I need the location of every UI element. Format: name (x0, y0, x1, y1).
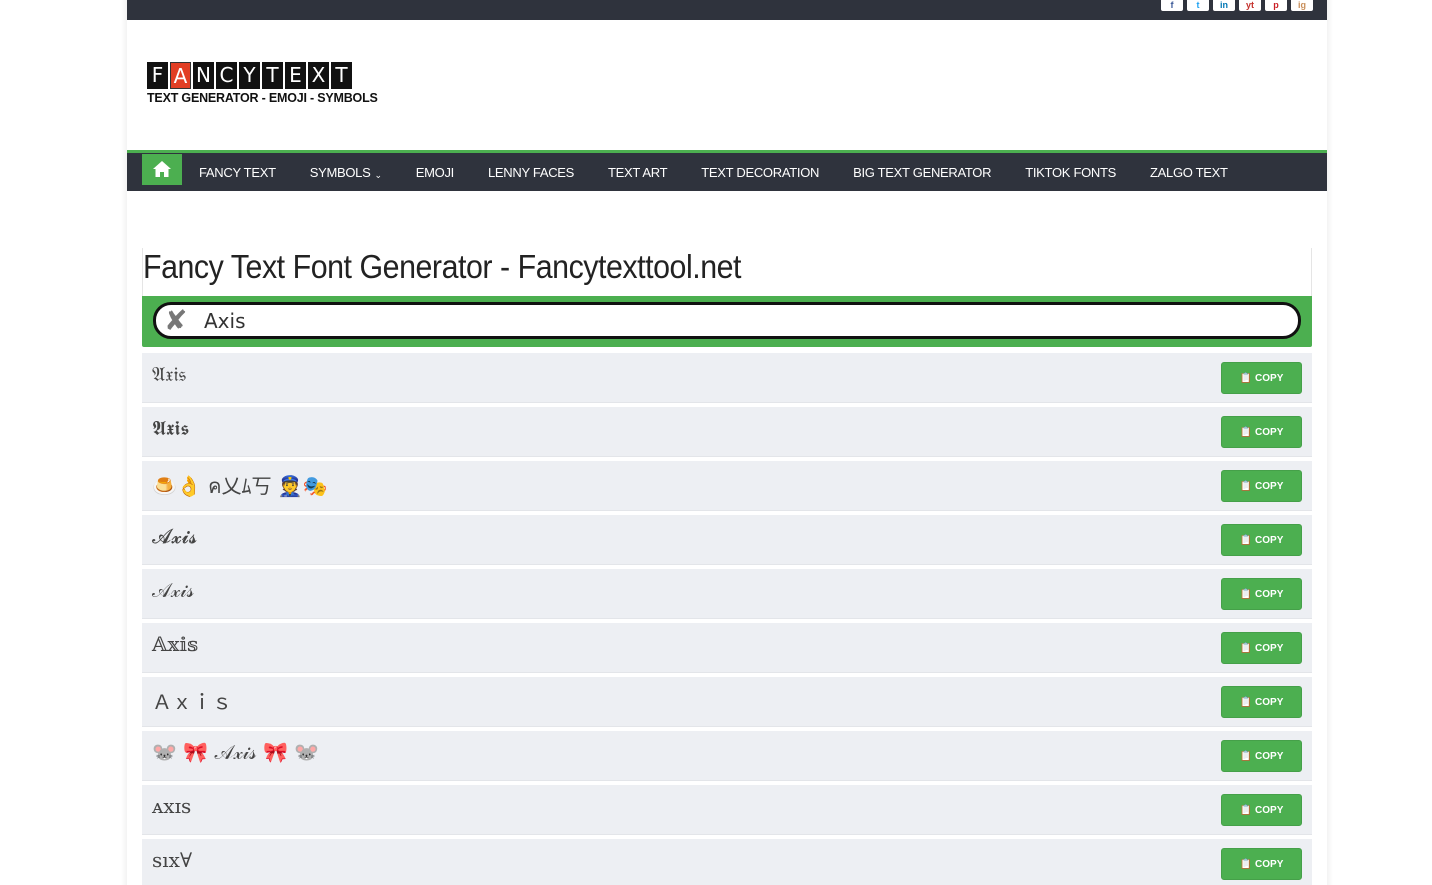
result-row: 𝕬𝖝𝖎𝖘 📋 COPY (142, 407, 1312, 457)
copy-label: COPY (1255, 750, 1284, 762)
clipboard-icon: 📋 (1239, 750, 1253, 762)
copy-button[interactable]: 📋 COPY (1221, 794, 1302, 826)
copy-label: COPY (1255, 372, 1284, 384)
logo-letter: X (308, 62, 329, 89)
result-text[interactable]: 𝔸𝕩𝕚𝕤 (152, 632, 198, 656)
result-row: 𝔄𝔵𝔦𝔰 📋 COPY (142, 353, 1312, 403)
clipboard-icon: 📋 (1239, 426, 1253, 438)
copy-label: COPY (1255, 480, 1284, 492)
logo-letter: A (170, 62, 191, 89)
logo-letter: T (331, 62, 352, 89)
copy-button[interactable]: 📋 COPY (1221, 524, 1302, 556)
copy-label: COPY (1255, 642, 1284, 654)
youtube-icon[interactable]: yt (1239, 0, 1261, 11)
copy-button[interactable]: 📋 COPY (1221, 632, 1302, 664)
copy-button[interactable]: 📋 COPY (1221, 848, 1302, 880)
copy-label: COPY (1255, 588, 1284, 600)
logo-letter: T (262, 62, 283, 89)
copy-button[interactable]: 📋 COPY (1221, 362, 1302, 394)
result-text[interactable]: sıx∀ (152, 848, 192, 872)
top-bar: f t in yt p ig (127, 0, 1327, 20)
search-band: ✘ (142, 296, 1312, 347)
copy-button[interactable]: 📋 COPY (1221, 740, 1302, 772)
copy-label: COPY (1255, 426, 1284, 438)
result-row: Ａｘｉｓ 📋 COPY (142, 677, 1312, 727)
instagram-icon[interactable]: ig (1291, 0, 1313, 11)
copy-button[interactable]: 📋 COPY (1221, 470, 1302, 502)
logo-letter: N (193, 62, 214, 89)
main-nav: FANCY TEXT SYMBOLS ⌄ EMOJI LENNY FACES TE… (127, 150, 1327, 191)
logo-letter: Y (239, 62, 260, 89)
clipboard-icon: 📋 (1239, 534, 1253, 546)
nav-item-emoji[interactable]: EMOJI (416, 165, 455, 180)
clipboard-icon: 📋 (1239, 480, 1253, 492)
copy-label: COPY (1255, 534, 1284, 546)
result-row: ᴀxɪs 📋 COPY (142, 785, 1312, 835)
clipboard-icon: 📋 (1239, 696, 1253, 708)
page-shadow (1327, 0, 1333, 885)
clipboard-icon: 📋 (1239, 804, 1253, 816)
main-content: Fancy Text Font Generator - Fancytexttoo… (142, 248, 1312, 885)
results-list: 𝔄𝔵𝔦𝔰 📋 COPY 𝕬𝖝𝖎𝖘 📋 COPY 🍮👌 ค乂ﾑ丂 👮🎭 📋 COPY 𝓐𝔁𝓲𝓼 📋 CO… (142, 353, 1312, 885)
title-box: Fancy Text Font Generator - Fancytexttoo… (142, 248, 1312, 296)
nav-item-label: SYMBOLS (309, 164, 371, 180)
copy-button[interactable]: 📋 COPY (1221, 686, 1302, 718)
result-row: sıx∀ 📋 COPY (142, 839, 1312, 885)
result-text[interactable]: 𝕬𝖝𝖎𝖘 (152, 416, 189, 440)
social-links: f t in yt p ig (1161, 0, 1313, 11)
result-text[interactable]: 𝒜𝓍𝒾𝓈 (152, 578, 194, 602)
twitter-icon[interactable]: t (1187, 0, 1209, 11)
nav-item-text-art[interactable]: TEXT ART (608, 165, 668, 180)
home-icon (153, 161, 171, 177)
clipboard-icon: 📋 (1239, 588, 1253, 600)
linkedin-icon[interactable]: in (1213, 0, 1235, 11)
nav-item-lenny-faces[interactable]: LENNY FACES (488, 165, 574, 180)
result-row: 🍮👌 ค乂ﾑ丂 👮🎭 📋 COPY (142, 461, 1312, 511)
copy-button[interactable]: 📋 COPY (1221, 416, 1302, 448)
text-input[interactable] (204, 305, 1204, 336)
nav-item-tiktok-fonts[interactable]: TIKTOK FONTS (1025, 165, 1116, 180)
search-box: ✘ (153, 302, 1301, 339)
copy-button[interactable]: 📋 COPY (1221, 578, 1302, 610)
result-text[interactable]: 🍮👌 ค乂ﾑ丂 👮🎭 (152, 470, 328, 502)
nav-item-big-text-generator[interactable]: BIG TEXT GENERATOR (853, 165, 991, 180)
copy-label: COPY (1255, 696, 1284, 708)
logo-letter: C (216, 62, 237, 89)
pinterest-icon[interactable]: p (1265, 0, 1287, 11)
result-text[interactable]: ᴀxɪs (152, 794, 191, 818)
result-text[interactable]: Ａｘｉｓ (152, 686, 232, 715)
logo-letters: FANCYTEXT (147, 62, 378, 89)
result-text[interactable]: 𝔄𝔵𝔦𝔰 (152, 362, 186, 386)
logo-letter: E (285, 62, 306, 89)
copy-label: COPY (1255, 858, 1284, 870)
page-container: f t in yt p ig FANCYTEXT TEXT GENERATOR … (127, 0, 1327, 885)
page-title: Fancy Text Font Generator - Fancytexttoo… (143, 248, 742, 285)
chevron-down-icon: ⌄ (374, 169, 382, 180)
logo-letter: F (147, 62, 168, 89)
result-row: 𝒜𝓍𝒾𝓈 📋 COPY (142, 569, 1312, 619)
nav-item-zalgo-text[interactable]: ZALGO TEXT (1150, 165, 1228, 180)
nav-item-text-decoration[interactable]: TEXT DECORATION (701, 165, 819, 180)
site-logo[interactable]: FANCYTEXT TEXT GENERATOR - EMOJI - SYMBO… (147, 62, 378, 105)
logo-tagline: TEXT GENERATOR - EMOJI - SYMBOLS (147, 91, 378, 105)
result-row: 𝔸𝕩𝕚𝕤 📋 COPY (142, 623, 1312, 673)
nav-item-symbols[interactable]: SYMBOLS ⌄ (310, 165, 382, 180)
nav-item-fancy-text[interactable]: FANCY TEXT (199, 165, 276, 180)
clipboard-icon: 📋 (1239, 642, 1253, 654)
clipboard-icon: 📋 (1239, 372, 1253, 384)
copy-label: COPY (1255, 804, 1284, 816)
clipboard-icon: 📋 (1239, 858, 1253, 870)
result-text[interactable]: 🐭 🎀 𝒜𝓍𝒾𝓈 🎀 🐭 (152, 740, 319, 764)
result-row: 🐭 🎀 𝒜𝓍𝒾𝓈 🎀 🐭 📋 COPY (142, 731, 1312, 781)
clear-icon[interactable]: ✘ (164, 307, 187, 335)
facebook-icon[interactable]: f (1161, 0, 1183, 11)
result-text[interactable]: 𝓐𝔁𝓲𝓼 (152, 524, 197, 548)
nav-home-button[interactable] (142, 153, 182, 185)
header: FANCYTEXT TEXT GENERATOR - EMOJI - SYMBO… (127, 20, 1327, 150)
result-row: 𝓐𝔁𝓲𝓼 📋 COPY (142, 515, 1312, 565)
